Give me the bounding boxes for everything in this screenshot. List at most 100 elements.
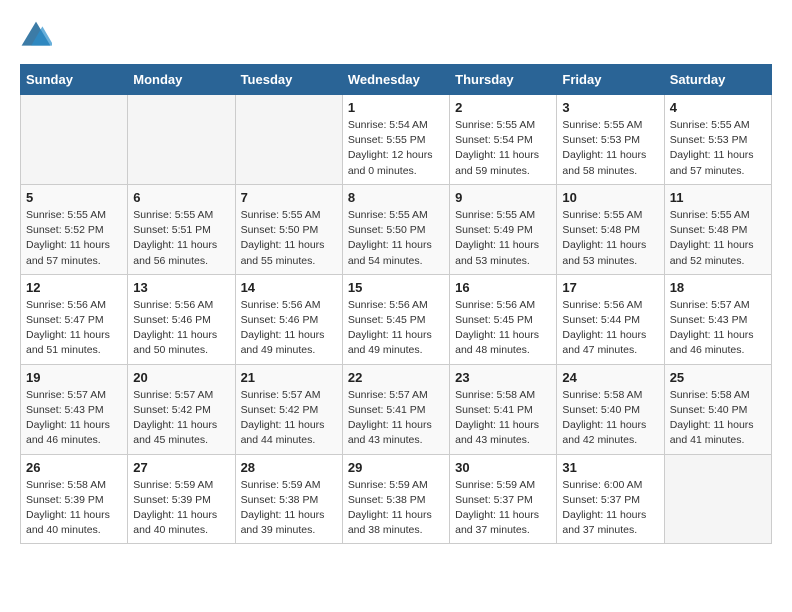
day-number: 1 [348,100,444,115]
calendar-week-3: 12 Sunrise: 5:56 AMSunset: 5:47 PMDayligh… [21,274,772,364]
day-number: 27 [133,460,229,475]
day-number: 8 [348,190,444,205]
day-header-sunday: Sunday [21,65,128,95]
day-number: 17 [562,280,658,295]
calendar-cell: 31Sunrise: 6:00 AMSunset: 5:37 PMDayligh… [557,454,664,544]
calendar-cell: 17 Sunrise: 5:56 AMSunset: 5:44 PMDayligh… [557,274,664,364]
calendar-cell: 26 Sunrise: 5:58 AMSunset: 5:39 PMDayligh… [21,454,128,544]
calendar-cell: 8 Sunrise: 5:55 AMSunset: 5:50 PMDaylight… [342,184,449,274]
day-info: Sunrise: 5:55 AMSunset: 5:49 PMDaylight:… [455,208,551,269]
day-number: 19 [26,370,122,385]
day-header-friday: Friday [557,65,664,95]
day-number: 21 [241,370,337,385]
calendar-cell [128,95,235,185]
day-info: Sunrise: 5:57 AMSunset: 5:42 PMDaylight:… [241,388,337,449]
day-info: Sunrise: 5:57 AMSunset: 5:42 PMDaylight:… [133,388,229,449]
day-info: Sunrise: 5:55 AMSunset: 5:53 PMDaylight:… [562,118,658,179]
day-number: 25 [670,370,766,385]
calendar-cell: 11Sunrise: 5:55 AMSunset: 5:48 PMDayligh… [664,184,771,274]
day-info: Sunrise: 5:58 AMSunset: 5:40 PMDaylight:… [562,388,658,449]
logo [20,20,54,48]
day-number: 2 [455,100,551,115]
day-info: Sunrise: 5:55 AMSunset: 5:51 PMDaylight:… [133,208,229,269]
day-info: Sunrise: 5:55 AMSunset: 5:50 PMDaylight:… [348,208,444,269]
day-number: 20 [133,370,229,385]
calendar-cell: 29 Sunrise: 5:59 AMSunset: 5:38 PMDayligh… [342,454,449,544]
calendar-cell: 22 Sunrise: 5:57 AMSunset: 5:41 PMDayligh… [342,364,449,454]
calendar-cell: 20 Sunrise: 5:57 AMSunset: 5:42 PMDayligh… [128,364,235,454]
day-info: Sunrise: 5:56 AMSunset: 5:46 PMDaylight:… [241,298,337,359]
day-number: 22 [348,370,444,385]
calendar-week-1: 1Sunrise: 5:54 AMSunset: 5:55 PMDaylight… [21,95,772,185]
calendar-cell: 18 Sunrise: 5:57 AMSunset: 5:43 PMDayligh… [664,274,771,364]
day-number: 23 [455,370,551,385]
calendar-cell [21,95,128,185]
day-number: 5 [26,190,122,205]
calendar-cell: 2 Sunrise: 5:55 AMSunset: 5:54 PMDaylight… [450,95,557,185]
day-info: Sunrise: 5:59 AMSunset: 5:38 PMDaylight:… [241,478,337,539]
logo-icon [20,20,52,48]
day-info: Sunrise: 5:58 AMSunset: 5:39 PMDaylight:… [26,478,122,539]
day-info: Sunrise: 5:55 AMSunset: 5:53 PMDaylight:… [670,118,766,179]
calendar-cell: 23 Sunrise: 5:58 AMSunset: 5:41 PMDayligh… [450,364,557,454]
day-number: 12 [26,280,122,295]
calendar-cell: 27 Sunrise: 5:59 AMSunset: 5:39 PMDayligh… [128,454,235,544]
calendar-week-4: 19 Sunrise: 5:57 AMSunset: 5:43 PMDayligh… [21,364,772,454]
day-number: 24 [562,370,658,385]
day-info: Sunrise: 5:58 AMSunset: 5:40 PMDaylight:… [670,388,766,449]
day-info: Sunrise: 5:59 AMSunset: 5:37 PMDaylight:… [455,478,551,539]
day-number: 31 [562,460,658,475]
calendar-cell: 19 Sunrise: 5:57 AMSunset: 5:43 PMDayligh… [21,364,128,454]
calendar-cell: 30 Sunrise: 5:59 AMSunset: 5:37 PMDayligh… [450,454,557,544]
day-header-wednesday: Wednesday [342,65,449,95]
calendar-cell: 13 Sunrise: 5:56 AMSunset: 5:46 PMDayligh… [128,274,235,364]
day-number: 9 [455,190,551,205]
calendar-cell: 7 Sunrise: 5:55 AMSunset: 5:50 PMDaylight… [235,184,342,274]
day-info: Sunrise: 5:55 AMSunset: 5:54 PMDaylight:… [455,118,551,179]
day-info: Sunrise: 5:57 AMSunset: 5:41 PMDaylight:… [348,388,444,449]
calendar-cell [235,95,342,185]
day-number: 26 [26,460,122,475]
day-info: Sunrise: 5:55 AMSunset: 5:50 PMDaylight:… [241,208,337,269]
day-header-saturday: Saturday [664,65,771,95]
calendar-cell: 25 Sunrise: 5:58 AMSunset: 5:40 PMDayligh… [664,364,771,454]
day-info: Sunrise: 5:56 AMSunset: 5:45 PMDaylight:… [455,298,551,359]
day-number: 4 [670,100,766,115]
day-number: 11 [670,190,766,205]
day-info: Sunrise: 5:56 AMSunset: 5:47 PMDaylight:… [26,298,122,359]
day-header-tuesday: Tuesday [235,65,342,95]
day-number: 3 [562,100,658,115]
day-info: Sunrise: 5:59 AMSunset: 5:39 PMDaylight:… [133,478,229,539]
calendar-cell: 6 Sunrise: 5:55 AMSunset: 5:51 PMDaylight… [128,184,235,274]
day-number: 7 [241,190,337,205]
day-info: Sunrise: 5:56 AMSunset: 5:46 PMDaylight:… [133,298,229,359]
day-header-thursday: Thursday [450,65,557,95]
day-number: 29 [348,460,444,475]
day-info: Sunrise: 5:58 AMSunset: 5:41 PMDaylight:… [455,388,551,449]
day-number: 13 [133,280,229,295]
calendar-cell: 4 Sunrise: 5:55 AMSunset: 5:53 PMDaylight… [664,95,771,185]
day-number: 6 [133,190,229,205]
calendar-cell: 24 Sunrise: 5:58 AMSunset: 5:40 PMDayligh… [557,364,664,454]
day-info: Sunrise: 5:57 AMSunset: 5:43 PMDaylight:… [670,298,766,359]
day-info: Sunrise: 5:55 AMSunset: 5:52 PMDaylight:… [26,208,122,269]
calendar-cell: 16Sunrise: 5:56 AMSunset: 5:45 PMDayligh… [450,274,557,364]
calendar-cell: 1Sunrise: 5:54 AMSunset: 5:55 PMDaylight… [342,95,449,185]
day-number: 10 [562,190,658,205]
day-info: Sunrise: 5:56 AMSunset: 5:44 PMDaylight:… [562,298,658,359]
day-info: Sunrise: 5:56 AMSunset: 5:45 PMDaylight:… [348,298,444,359]
day-number: 28 [241,460,337,475]
day-number: 30 [455,460,551,475]
calendar-cell: 12 Sunrise: 5:56 AMSunset: 5:47 PMDayligh… [21,274,128,364]
day-info: Sunrise: 5:57 AMSunset: 5:43 PMDaylight:… [26,388,122,449]
page-header [20,20,772,48]
calendar: SundayMondayTuesdayWednesdayThursdayFrid… [20,64,772,544]
calendar-cell: 14Sunrise: 5:56 AMSunset: 5:46 PMDayligh… [235,274,342,364]
calendar-week-5: 26 Sunrise: 5:58 AMSunset: 5:39 PMDayligh… [21,454,772,544]
day-number: 18 [670,280,766,295]
calendar-cell: 21 Sunrise: 5:57 AMSunset: 5:42 PMDayligh… [235,364,342,454]
calendar-cell [664,454,771,544]
day-number: 15 [348,280,444,295]
day-info: Sunrise: 5:59 AMSunset: 5:38 PMDaylight:… [348,478,444,539]
day-info: Sunrise: 5:55 AMSunset: 5:48 PMDaylight:… [562,208,658,269]
